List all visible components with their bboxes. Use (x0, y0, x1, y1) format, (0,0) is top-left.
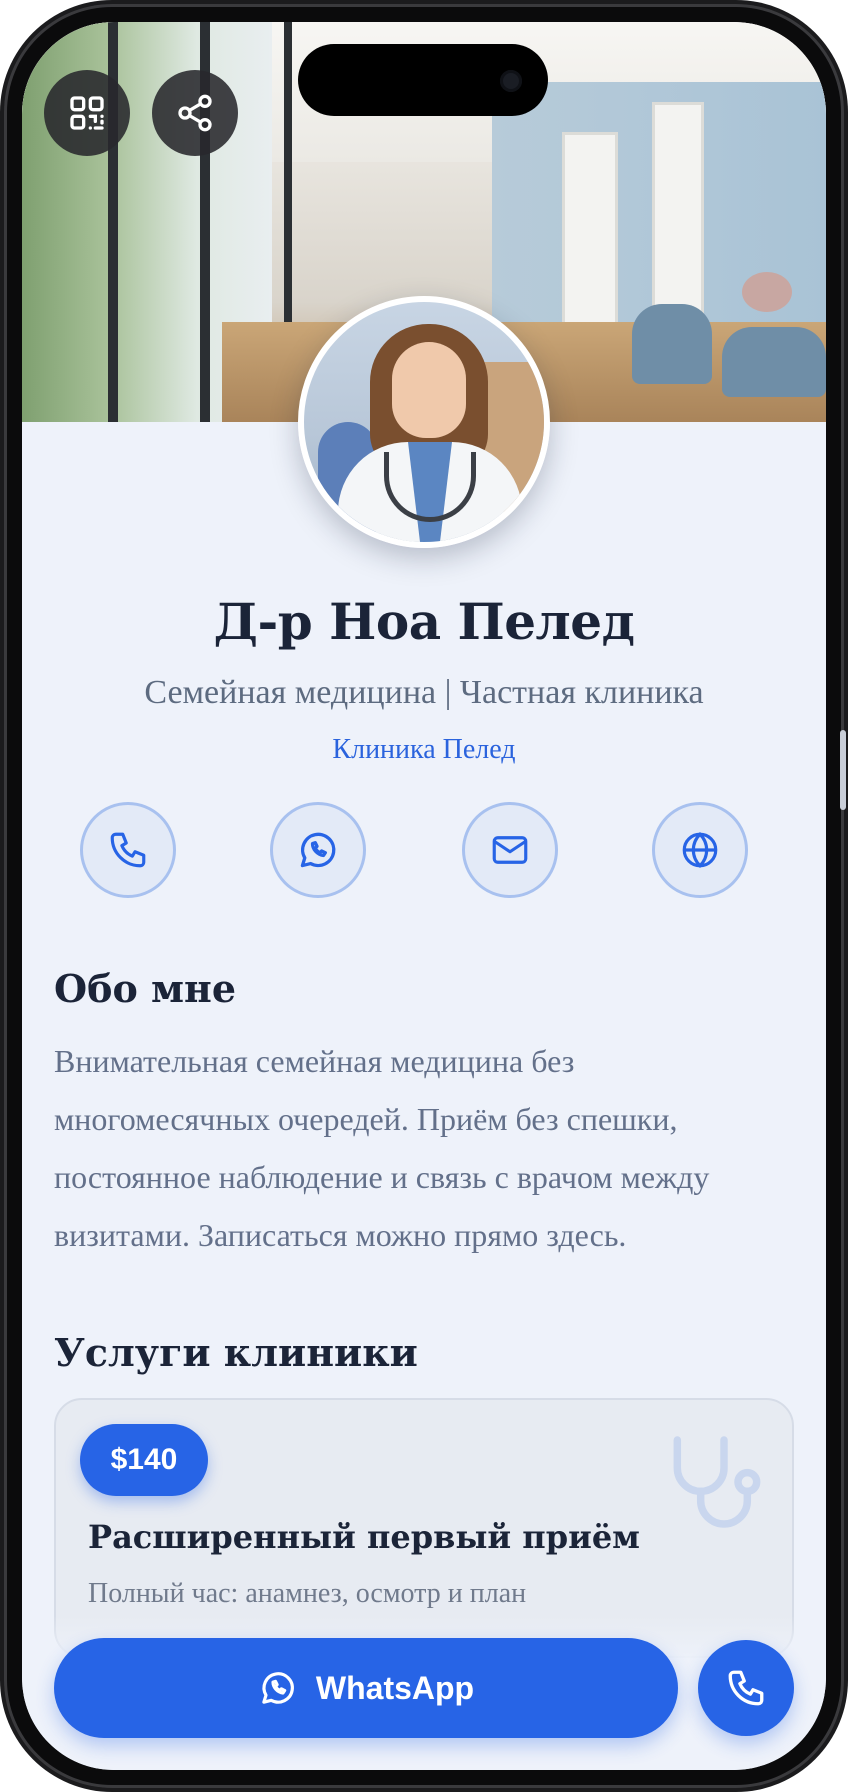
share-icon (178, 94, 212, 132)
globe-icon (682, 832, 718, 868)
service-title: Расширенный первый приём (88, 1518, 640, 1556)
screen: Д-р Ноа Пелед Семейная медицина | Частна… (22, 22, 826, 1770)
qr-code-icon (70, 96, 104, 130)
services-heading: Услуги клиники (54, 1330, 418, 1375)
service-description: Полный час: анамнез, осмотр и план (88, 1578, 527, 1609)
call-button[interactable] (698, 1640, 794, 1736)
email-action-button[interactable] (462, 802, 558, 898)
quick-actions (22, 802, 826, 912)
doctor-specialty: Семейная медицина | Частная клиника (144, 674, 704, 711)
front-camera (500, 70, 522, 92)
about-text: Внимательная семейная медицина без много… (54, 1043, 710, 1253)
qr-code-button[interactable] (44, 70, 130, 156)
call-action-button[interactable] (80, 802, 176, 898)
dynamic-island (298, 44, 548, 116)
phone-frame: Д-р Ноа Пелед Семейная медицина | Частна… (0, 0, 848, 1792)
stethoscope-icon (673, 1436, 761, 1528)
website-action-button[interactable] (652, 802, 748, 898)
whatsapp-button-label: WhatsApp (315, 1669, 475, 1706)
scrollbar[interactable] (840, 730, 846, 810)
phone-icon (110, 832, 146, 868)
phone-icon (728, 1670, 764, 1706)
whatsapp-icon (262, 1672, 294, 1704)
clinic-name[interactable]: Клиника Пелед (22, 734, 826, 766)
doctor-name: Д-р Ноа Пелед (213, 592, 635, 651)
about-heading: Обо мне (54, 966, 237, 1011)
whatsapp-button[interactable]: WhatsApp (54, 1638, 678, 1738)
share-button[interactable] (152, 70, 238, 156)
whatsapp-icon (300, 832, 336, 868)
service-price-badge: $140 (80, 1424, 208, 1496)
mail-icon (492, 836, 528, 864)
whatsapp-action-button[interactable] (270, 802, 366, 898)
avatar (298, 296, 550, 548)
